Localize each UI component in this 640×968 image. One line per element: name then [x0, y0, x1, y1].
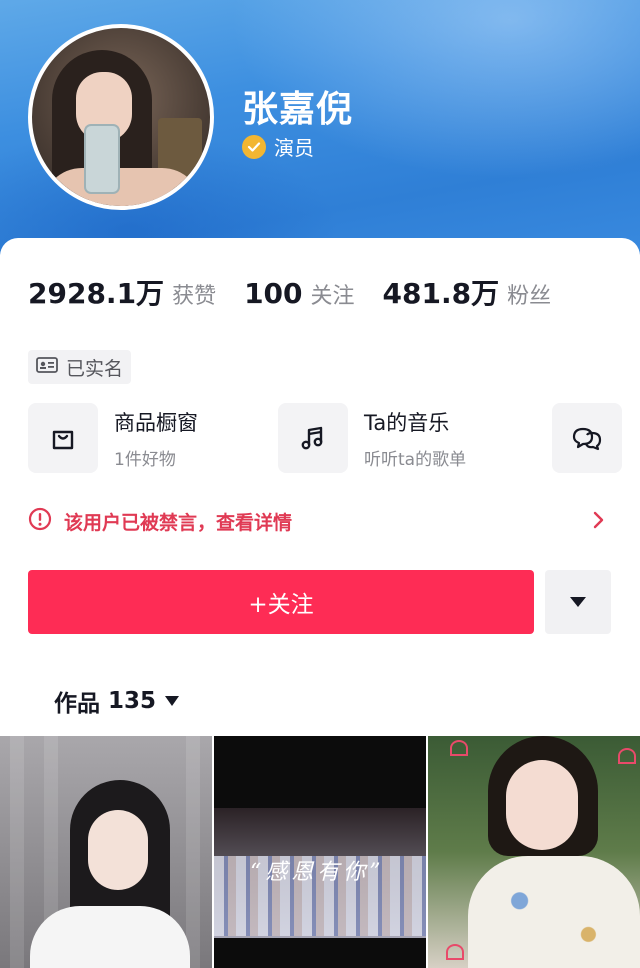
video-thumbnail[interactable] — [0, 736, 212, 968]
service-title: 商品橱窗 — [114, 410, 198, 435]
chat-bubbles-icon — [552, 403, 622, 473]
avatar-shoulder — [42, 168, 202, 206]
service-subtitle: 1件好物 — [114, 449, 176, 470]
stat-likes[interactable]: 2928.1万 获赞 — [28, 272, 216, 312]
thumbnail-person — [88, 810, 148, 890]
followers-count: 481.8万 — [382, 277, 500, 310]
service-shop-window[interactable]: 商品橱窗 1件好物 — [28, 400, 198, 476]
triangle-down-icon — [164, 692, 180, 711]
stats-row: 2928.1万 获赞 100 关注 481.8万 粉丝 — [28, 272, 579, 312]
verification-label: 演员 — [274, 136, 314, 160]
music-note-icon — [278, 403, 348, 473]
id-card-icon — [36, 357, 58, 377]
video-thumbnail[interactable] — [428, 736, 640, 968]
thumbnail-backdrop — [186, 736, 200, 968]
thumbnail-backdrop — [10, 736, 24, 968]
avatar-phone — [84, 124, 120, 194]
video-thumbnail[interactable]: “感恩有你” — [214, 736, 426, 968]
likes-count: 2928.1万 — [28, 277, 165, 310]
realname-label: 已实名 — [66, 357, 124, 380]
services-row: 商品橱窗 1件好物 Ta的音乐 听听ta的歌单 — [28, 400, 640, 476]
realname-tag: 已实名 — [28, 350, 132, 384]
works-label: 作品 — [54, 691, 100, 717]
shopping-bag-icon — [28, 403, 98, 473]
alert-circle-icon — [28, 507, 52, 535]
followers-label: 粉丝 — [507, 284, 552, 309]
verification: 演员 — [242, 132, 314, 161]
avatar[interactable] — [28, 24, 214, 210]
thumbnail-person — [506, 760, 578, 850]
video-caption: “感恩有你” — [250, 860, 385, 885]
video-grid: “感恩有你” — [0, 736, 640, 968]
heart-icon — [618, 748, 636, 764]
following-label: 关注 — [310, 284, 355, 309]
triangle-down-icon — [569, 593, 587, 612]
service-subtitle: 听听ta的歌单 — [364, 449, 467, 470]
heart-icon — [446, 944, 464, 960]
thumbnail-person — [30, 906, 190, 968]
heart-icon — [450, 740, 468, 756]
service-title: Ta的音乐 — [364, 410, 450, 435]
banned-notice-text: 该用户已被禁言，查看详情 — [64, 511, 293, 534]
tab-works[interactable]: 作品 135 — [54, 684, 180, 718]
stat-followers[interactable]: 481.8万 粉丝 — [383, 272, 552, 312]
service-chat[interactable] — [552, 400, 622, 476]
chevron-right-icon — [592, 509, 606, 535]
follow-button[interactable]: +关注 — [28, 570, 534, 634]
following-count: 100 — [244, 277, 303, 310]
more-options-button[interactable] — [545, 570, 611, 634]
profile-card: 2928.1万 获赞 100 关注 481.8万 粉丝 已实名 商品橱窗 1件好… — [0, 238, 640, 738]
profile-name: 张嘉倪 — [242, 89, 354, 130]
thumbnail-person — [468, 856, 640, 968]
verified-check-icon — [242, 134, 266, 159]
stat-following[interactable]: 100 关注 — [244, 277, 354, 310]
banned-notice[interactable]: 该用户已被禁言，查看详情 — [28, 506, 612, 536]
likes-label: 获赞 — [172, 284, 217, 309]
service-music[interactable]: Ta的音乐 听听ta的歌单 — [278, 400, 466, 476]
works-count: 135 — [108, 688, 157, 714]
